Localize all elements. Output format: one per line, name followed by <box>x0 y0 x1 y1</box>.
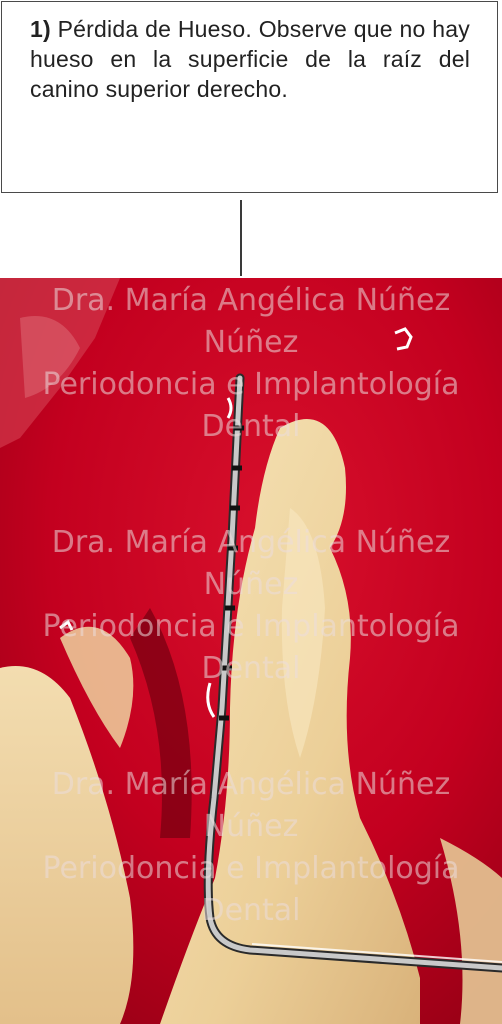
watermark-line: Núñez <box>203 325 299 360</box>
watermark-line: Dental <box>201 409 301 444</box>
watermark-line: Dra. María Angélica Núñez <box>51 525 451 560</box>
leader-line <box>240 200 242 276</box>
watermark-line: Núñez <box>203 809 299 844</box>
watermark-line: Dental <box>201 893 301 928</box>
watermark-line: Dental <box>201 651 301 686</box>
watermark-line: Periodoncia e Implantología <box>42 851 460 886</box>
watermark-line: Dra. María Angélica Núñez <box>51 767 451 802</box>
watermark-bottom: Dra. María Angélica Núñez Núñez Periodon… <box>0 764 502 932</box>
caption-box: 1) Pérdida de Hueso. Observe que no hay … <box>1 1 498 193</box>
watermark-top: Dra. María Angélica Núñez Núñez Periodon… <box>0 280 502 448</box>
watermark-line: Núñez <box>203 567 299 602</box>
watermark-middle: Dra. María Angélica Núñez Núñez Periodon… <box>0 522 502 690</box>
caption-text: 1) Pérdida de Hueso. Observe que no hay … <box>30 14 470 104</box>
caption-body: Pérdida de Hueso. Observe que no hay hue… <box>30 16 470 102</box>
watermark-line: Periodoncia e Implantología <box>42 367 460 402</box>
watermark-line: Dra. María Angélica Núñez <box>51 283 451 318</box>
caption-number: 1) <box>30 16 51 42</box>
clinical-photo: Dra. María Angélica Núñez Núñez Periodon… <box>0 278 502 1024</box>
watermark-line: Periodoncia e Implantología <box>42 609 460 644</box>
